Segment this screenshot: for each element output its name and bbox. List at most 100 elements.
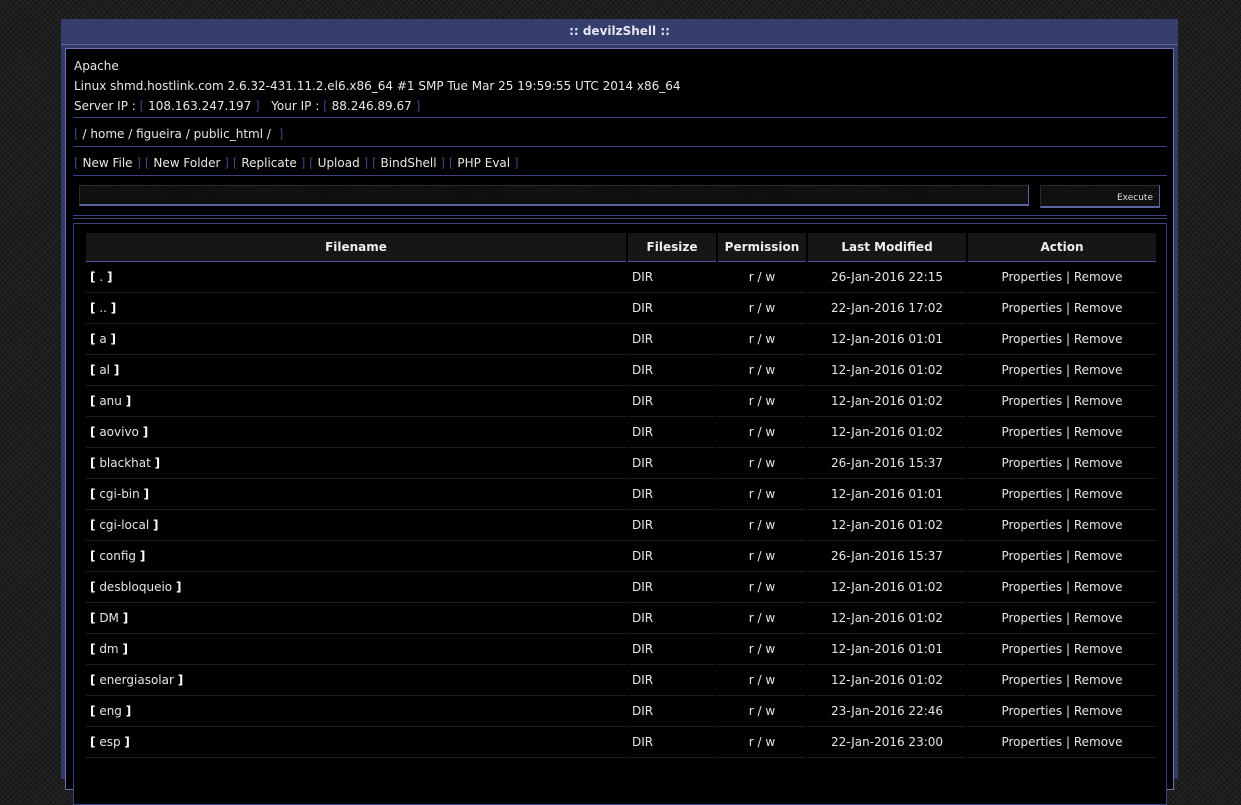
filename-cell[interactable]: [ cgi-local ] bbox=[86, 510, 626, 541]
menu-new-folder[interactable]: New Folder bbox=[153, 156, 220, 170]
filename-cell[interactable]: [ .. ] bbox=[86, 293, 626, 324]
filename-cell[interactable]: [ DM ] bbox=[86, 603, 626, 634]
remove-link[interactable]: Remove bbox=[1074, 487, 1123, 501]
path-segment-figueira[interactable]: figueira bbox=[136, 127, 182, 141]
col-last-modified[interactable]: Last Modified bbox=[808, 233, 966, 262]
remove-link[interactable]: Remove bbox=[1074, 301, 1123, 315]
remove-link[interactable]: Remove bbox=[1074, 394, 1123, 408]
filename-link[interactable]: dm bbox=[99, 642, 118, 656]
your-ip: 88.246.89.67 bbox=[331, 99, 412, 113]
remove-link[interactable]: Remove bbox=[1074, 270, 1123, 284]
filename-cell[interactable]: [ al ] bbox=[86, 355, 626, 386]
menu-php-eval[interactable]: PHP Eval bbox=[457, 156, 510, 170]
filename-link[interactable]: esp bbox=[99, 735, 120, 749]
filename-cell[interactable]: [ dm ] bbox=[86, 634, 626, 665]
col-action[interactable]: Action bbox=[968, 233, 1156, 262]
execute-button[interactable]: Execute bbox=[1040, 185, 1160, 208]
filename-link[interactable]: cgi-local bbox=[99, 518, 149, 532]
filename-cell[interactable]: [ blackhat ] bbox=[86, 448, 626, 479]
remove-link[interactable]: Remove bbox=[1074, 673, 1123, 687]
col-filesize[interactable]: Filesize bbox=[628, 233, 716, 262]
server-ip: 108.163.247.197 bbox=[148, 99, 252, 113]
filename-cell[interactable]: [ . ] bbox=[86, 262, 626, 293]
properties-link[interactable]: Properties bbox=[1001, 332, 1062, 346]
menu-bindshell[interactable]: BindShell bbox=[381, 156, 437, 170]
properties-link[interactable]: Properties bbox=[1001, 518, 1062, 532]
main-panel: Apache Linux shmd.hostlink.com 2.6.32-43… bbox=[65, 48, 1174, 805]
filename-cell[interactable]: [ energiasolar ] bbox=[86, 665, 626, 696]
filename-link[interactable]: desbloqueio bbox=[99, 580, 172, 594]
remove-link[interactable]: Remove bbox=[1074, 611, 1123, 625]
filename-link[interactable]: energiasolar bbox=[99, 673, 174, 687]
properties-link[interactable]: Properties bbox=[1001, 580, 1062, 594]
filename-cell[interactable]: [ esp ] bbox=[86, 727, 626, 758]
remove-link[interactable]: Remove bbox=[1074, 456, 1123, 470]
properties-link[interactable]: Properties bbox=[1001, 549, 1062, 563]
file-table: Filename Filesize Permission Last Modifi… bbox=[84, 233, 1158, 758]
remove-link[interactable]: Remove bbox=[1074, 642, 1123, 656]
properties-link[interactable]: Properties bbox=[1001, 363, 1062, 377]
path-segment-public-html[interactable]: public_html bbox=[194, 127, 263, 141]
remove-link[interactable]: Remove bbox=[1074, 518, 1123, 532]
remove-link[interactable]: Remove bbox=[1074, 363, 1123, 377]
menu-replicate[interactable]: Replicate bbox=[241, 156, 297, 170]
remove-link[interactable]: Remove bbox=[1074, 332, 1123, 346]
table-row: [ eng ] DIR r / w 23-Jan-2016 22:46 Properti… bbox=[86, 696, 1156, 727]
properties-link[interactable]: Properties bbox=[1001, 673, 1062, 687]
action-cell: Properties | Remove bbox=[968, 541, 1156, 572]
properties-link[interactable]: Properties bbox=[1001, 425, 1062, 439]
remove-link[interactable]: Remove bbox=[1074, 425, 1123, 439]
command-input[interactable] bbox=[79, 185, 1029, 206]
filename-link[interactable]: eng bbox=[99, 704, 122, 718]
menu-upload[interactable]: Upload bbox=[318, 156, 360, 170]
filename-link[interactable]: al bbox=[99, 363, 110, 377]
action-separator: | bbox=[1065, 673, 1070, 687]
filename-cell[interactable]: [ cgi-bin ] bbox=[86, 479, 626, 510]
properties-link[interactable]: Properties bbox=[1001, 270, 1062, 284]
remove-link[interactable]: Remove bbox=[1074, 549, 1123, 563]
remove-link[interactable]: Remove bbox=[1074, 704, 1123, 718]
filename-link[interactable]: config bbox=[99, 549, 136, 563]
col-permission[interactable]: Permission bbox=[718, 233, 806, 262]
filename-link[interactable]: cgi-bin bbox=[99, 487, 139, 501]
filename-link[interactable]: aovivo bbox=[99, 425, 139, 439]
properties-link[interactable]: Properties bbox=[1001, 611, 1062, 625]
filesize-cell: DIR bbox=[628, 386, 716, 417]
filename-cell[interactable]: [ anu ] bbox=[86, 386, 626, 417]
filename-cell[interactable]: [ config ] bbox=[86, 541, 626, 572]
menu-new-file[interactable]: New File bbox=[83, 156, 133, 170]
filename-cell[interactable]: [ a ] bbox=[86, 324, 626, 355]
permission-cell: r / w bbox=[718, 510, 806, 541]
divider bbox=[73, 146, 1167, 147]
filesize-cell: DIR bbox=[628, 417, 716, 448]
properties-link[interactable]: Properties bbox=[1001, 735, 1062, 749]
filename-link[interactable]: anu bbox=[99, 394, 122, 408]
properties-link[interactable]: Properties bbox=[1001, 301, 1062, 315]
properties-link[interactable]: Properties bbox=[1001, 394, 1062, 408]
filename-cell[interactable]: [ desbloqueio ] bbox=[86, 572, 626, 603]
filename-link[interactable]: a bbox=[99, 332, 106, 346]
action-separator: | bbox=[1065, 425, 1070, 439]
filename-cell[interactable]: [ eng ] bbox=[86, 696, 626, 727]
properties-link[interactable]: Properties bbox=[1001, 487, 1062, 501]
filename-cell[interactable]: [ aovivo ] bbox=[86, 417, 626, 448]
filesize-cell: DIR bbox=[628, 479, 716, 510]
action-separator: | bbox=[1065, 301, 1070, 315]
col-filename[interactable]: Filename bbox=[86, 233, 626, 262]
remove-link[interactable]: Remove bbox=[1074, 580, 1123, 594]
filename-link[interactable]: DM bbox=[99, 611, 119, 625]
ip-line: Server IP : [ 108.163.247.197 ] Your IP … bbox=[74, 99, 421, 113]
modified-cell: 12-Jan-2016 01:02 bbox=[808, 572, 966, 603]
server-info: Apache Linux shmd.hostlink.com 2.6.32-43… bbox=[74, 56, 681, 116]
properties-link[interactable]: Properties bbox=[1001, 456, 1062, 470]
action-cell: Properties | Remove bbox=[968, 727, 1156, 758]
filename-link[interactable]: blackhat bbox=[99, 456, 151, 470]
path-segment-home[interactable]: home bbox=[90, 127, 124, 141]
remove-link[interactable]: Remove bbox=[1074, 735, 1123, 749]
filename-link[interactable]: . bbox=[99, 270, 103, 284]
filename-link[interactable]: .. bbox=[99, 301, 107, 315]
properties-link[interactable]: Properties bbox=[1001, 642, 1062, 656]
filesize-cell: DIR bbox=[628, 510, 716, 541]
properties-link[interactable]: Properties bbox=[1001, 704, 1062, 718]
action-cell: Properties | Remove bbox=[968, 634, 1156, 665]
